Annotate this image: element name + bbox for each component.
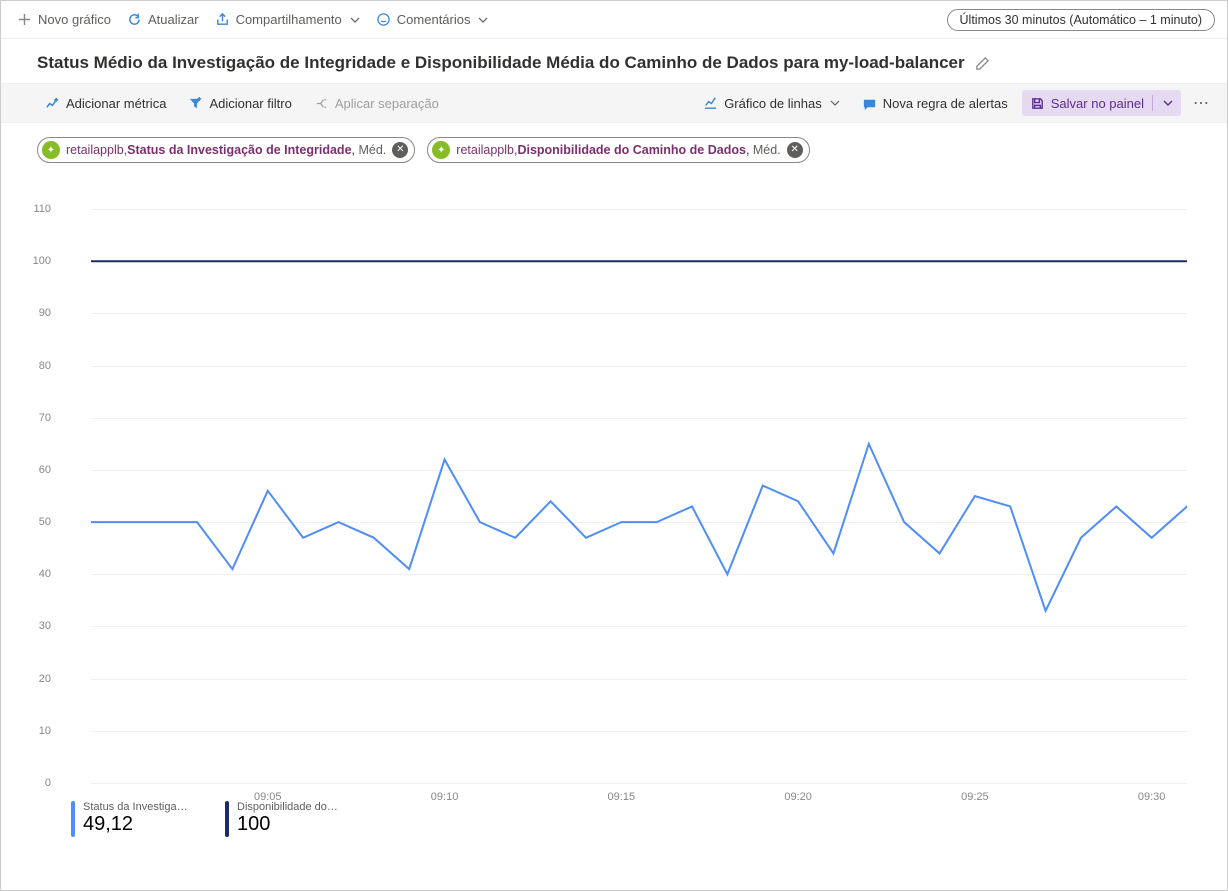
plot-svg bbox=[61, 183, 1187, 783]
x-tick-label: 09:05 bbox=[254, 791, 282, 803]
refresh-button[interactable]: Atualizar bbox=[121, 8, 205, 31]
pill-metric: Disponibilidade do Caminho de Dados bbox=[517, 143, 746, 157]
label: Compartilhamento bbox=[236, 12, 342, 27]
chevron-down-icon bbox=[350, 15, 360, 25]
chevron-down-icon bbox=[830, 98, 840, 108]
legend-color-bar bbox=[71, 801, 75, 837]
label: Atualizar bbox=[148, 12, 199, 27]
y-tick-label: 60 bbox=[39, 464, 51, 476]
x-tick-label: 09:10 bbox=[431, 791, 459, 803]
x-tick-label: 09:20 bbox=[784, 791, 812, 803]
label: Gráfico de linhas bbox=[724, 96, 822, 111]
y-tick-label: 90 bbox=[39, 307, 51, 319]
remove-icon[interactable]: ✕ bbox=[392, 142, 408, 158]
add-filter-button[interactable]: Adicionar filtro bbox=[180, 91, 299, 116]
line-chart-icon bbox=[703, 96, 718, 111]
apply-split-button: Aplicar separação bbox=[306, 91, 447, 116]
chevron-down-icon bbox=[1163, 98, 1173, 108]
timerange-pill[interactable]: Últimos 30 minutos (Automático – 1 minut… bbox=[947, 9, 1215, 31]
y-tick-label: 0 bbox=[45, 777, 51, 789]
metrics-toolbar: Adicionar métrica Adicionar filtro Aplic… bbox=[1, 83, 1227, 123]
label: Adicionar filtro bbox=[209, 96, 291, 111]
resource-icon: ✦ bbox=[42, 141, 60, 159]
y-tick-label: 30 bbox=[39, 620, 51, 632]
save-icon bbox=[1030, 96, 1045, 111]
y-tick-label: 40 bbox=[39, 568, 51, 580]
metric-icon bbox=[45, 96, 60, 111]
x-tick-label: 09:25 bbox=[961, 791, 989, 803]
x-tick-label: 09:15 bbox=[608, 791, 636, 803]
add-metric-button[interactable]: Adicionar métrica bbox=[37, 91, 174, 116]
label: Comentários bbox=[397, 12, 471, 27]
refresh-icon bbox=[127, 12, 142, 27]
pill-metric: Status da Investigação de Integridade bbox=[127, 143, 351, 157]
y-tick-label: 80 bbox=[39, 360, 51, 372]
smile-icon bbox=[376, 12, 391, 27]
label: Nova regra de alertas bbox=[883, 96, 1008, 111]
legend-item[interactable]: Disponibilidade do…100 bbox=[225, 801, 338, 837]
series-line bbox=[91, 444, 1187, 611]
share-button[interactable]: Compartilhamento bbox=[209, 8, 366, 31]
save-dashboard-button[interactable]: Salvar no painel bbox=[1022, 90, 1181, 116]
gridline bbox=[91, 783, 1187, 784]
filter-icon bbox=[188, 96, 203, 111]
top-toolbar: Novo gráfico Atualizar Compartilhamento … bbox=[1, 1, 1227, 39]
y-tick-label: 50 bbox=[39, 516, 51, 528]
edit-icon[interactable] bbox=[975, 56, 990, 71]
resource-icon: ✦ bbox=[432, 141, 450, 159]
chart-area: 010203040506070809010011009:0509:1009:15… bbox=[61, 183, 1187, 783]
page-title: Status Médio da Investigação de Integrid… bbox=[37, 53, 965, 73]
pill-agg: Méd. bbox=[358, 143, 386, 157]
label: Aplicar separação bbox=[335, 96, 439, 111]
y-tick-label: 110 bbox=[33, 203, 51, 215]
legend-name: Status da Investigaç… bbox=[83, 801, 193, 813]
legend-value: 100 bbox=[237, 813, 338, 836]
y-tick-label: 20 bbox=[39, 673, 51, 685]
split-icon bbox=[314, 96, 329, 111]
metric-pill[interactable]: ✦ retailapplb,Status da Investigação de I… bbox=[37, 137, 415, 163]
y-tick-label: 10 bbox=[39, 725, 51, 737]
pill-resource: retailapplb, bbox=[456, 143, 517, 157]
more-button[interactable]: ⋯ bbox=[1187, 89, 1217, 117]
pill-resource: retailapplb, bbox=[66, 143, 127, 157]
plus-icon bbox=[17, 12, 32, 27]
metric-pills: ✦retailapplb,Status da Investigação de I… bbox=[1, 123, 1227, 173]
label: Novo gráfico bbox=[38, 12, 111, 27]
share-icon bbox=[215, 12, 230, 27]
y-tick-label: 70 bbox=[39, 412, 51, 424]
remove-icon[interactable]: ✕ bbox=[787, 142, 803, 158]
legend-color-bar bbox=[225, 801, 229, 837]
new-chart-button[interactable]: Novo gráfico bbox=[11, 8, 117, 31]
y-tick-label: 100 bbox=[33, 255, 51, 267]
label: Salvar no painel bbox=[1051, 96, 1144, 111]
chevron-down-icon bbox=[478, 15, 488, 25]
pill-agg: Méd. bbox=[753, 143, 781, 157]
x-tick-label: 09:30 bbox=[1138, 791, 1166, 803]
legend-item[interactable]: Status da Investigaç…49,12 bbox=[71, 801, 193, 837]
label: Últimos 30 minutos (Automático – 1 minut… bbox=[960, 13, 1202, 27]
divider bbox=[1152, 95, 1153, 111]
label: Adicionar métrica bbox=[66, 96, 166, 111]
legend-value: 49,12 bbox=[83, 813, 193, 836]
feedback-button[interactable]: Comentários bbox=[370, 8, 495, 31]
metric-pill[interactable]: ✦ retailapplb,Disponibilidade do Caminho … bbox=[427, 137, 809, 163]
new-alert-button[interactable]: Nova regra de alertas bbox=[854, 91, 1016, 116]
chart-type-button[interactable]: Gráfico de linhas bbox=[695, 91, 848, 116]
alert-icon bbox=[862, 96, 877, 111]
title-row: Status Médio da Investigação de Integrid… bbox=[1, 39, 1227, 83]
legend-name: Disponibilidade do… bbox=[237, 801, 338, 813]
